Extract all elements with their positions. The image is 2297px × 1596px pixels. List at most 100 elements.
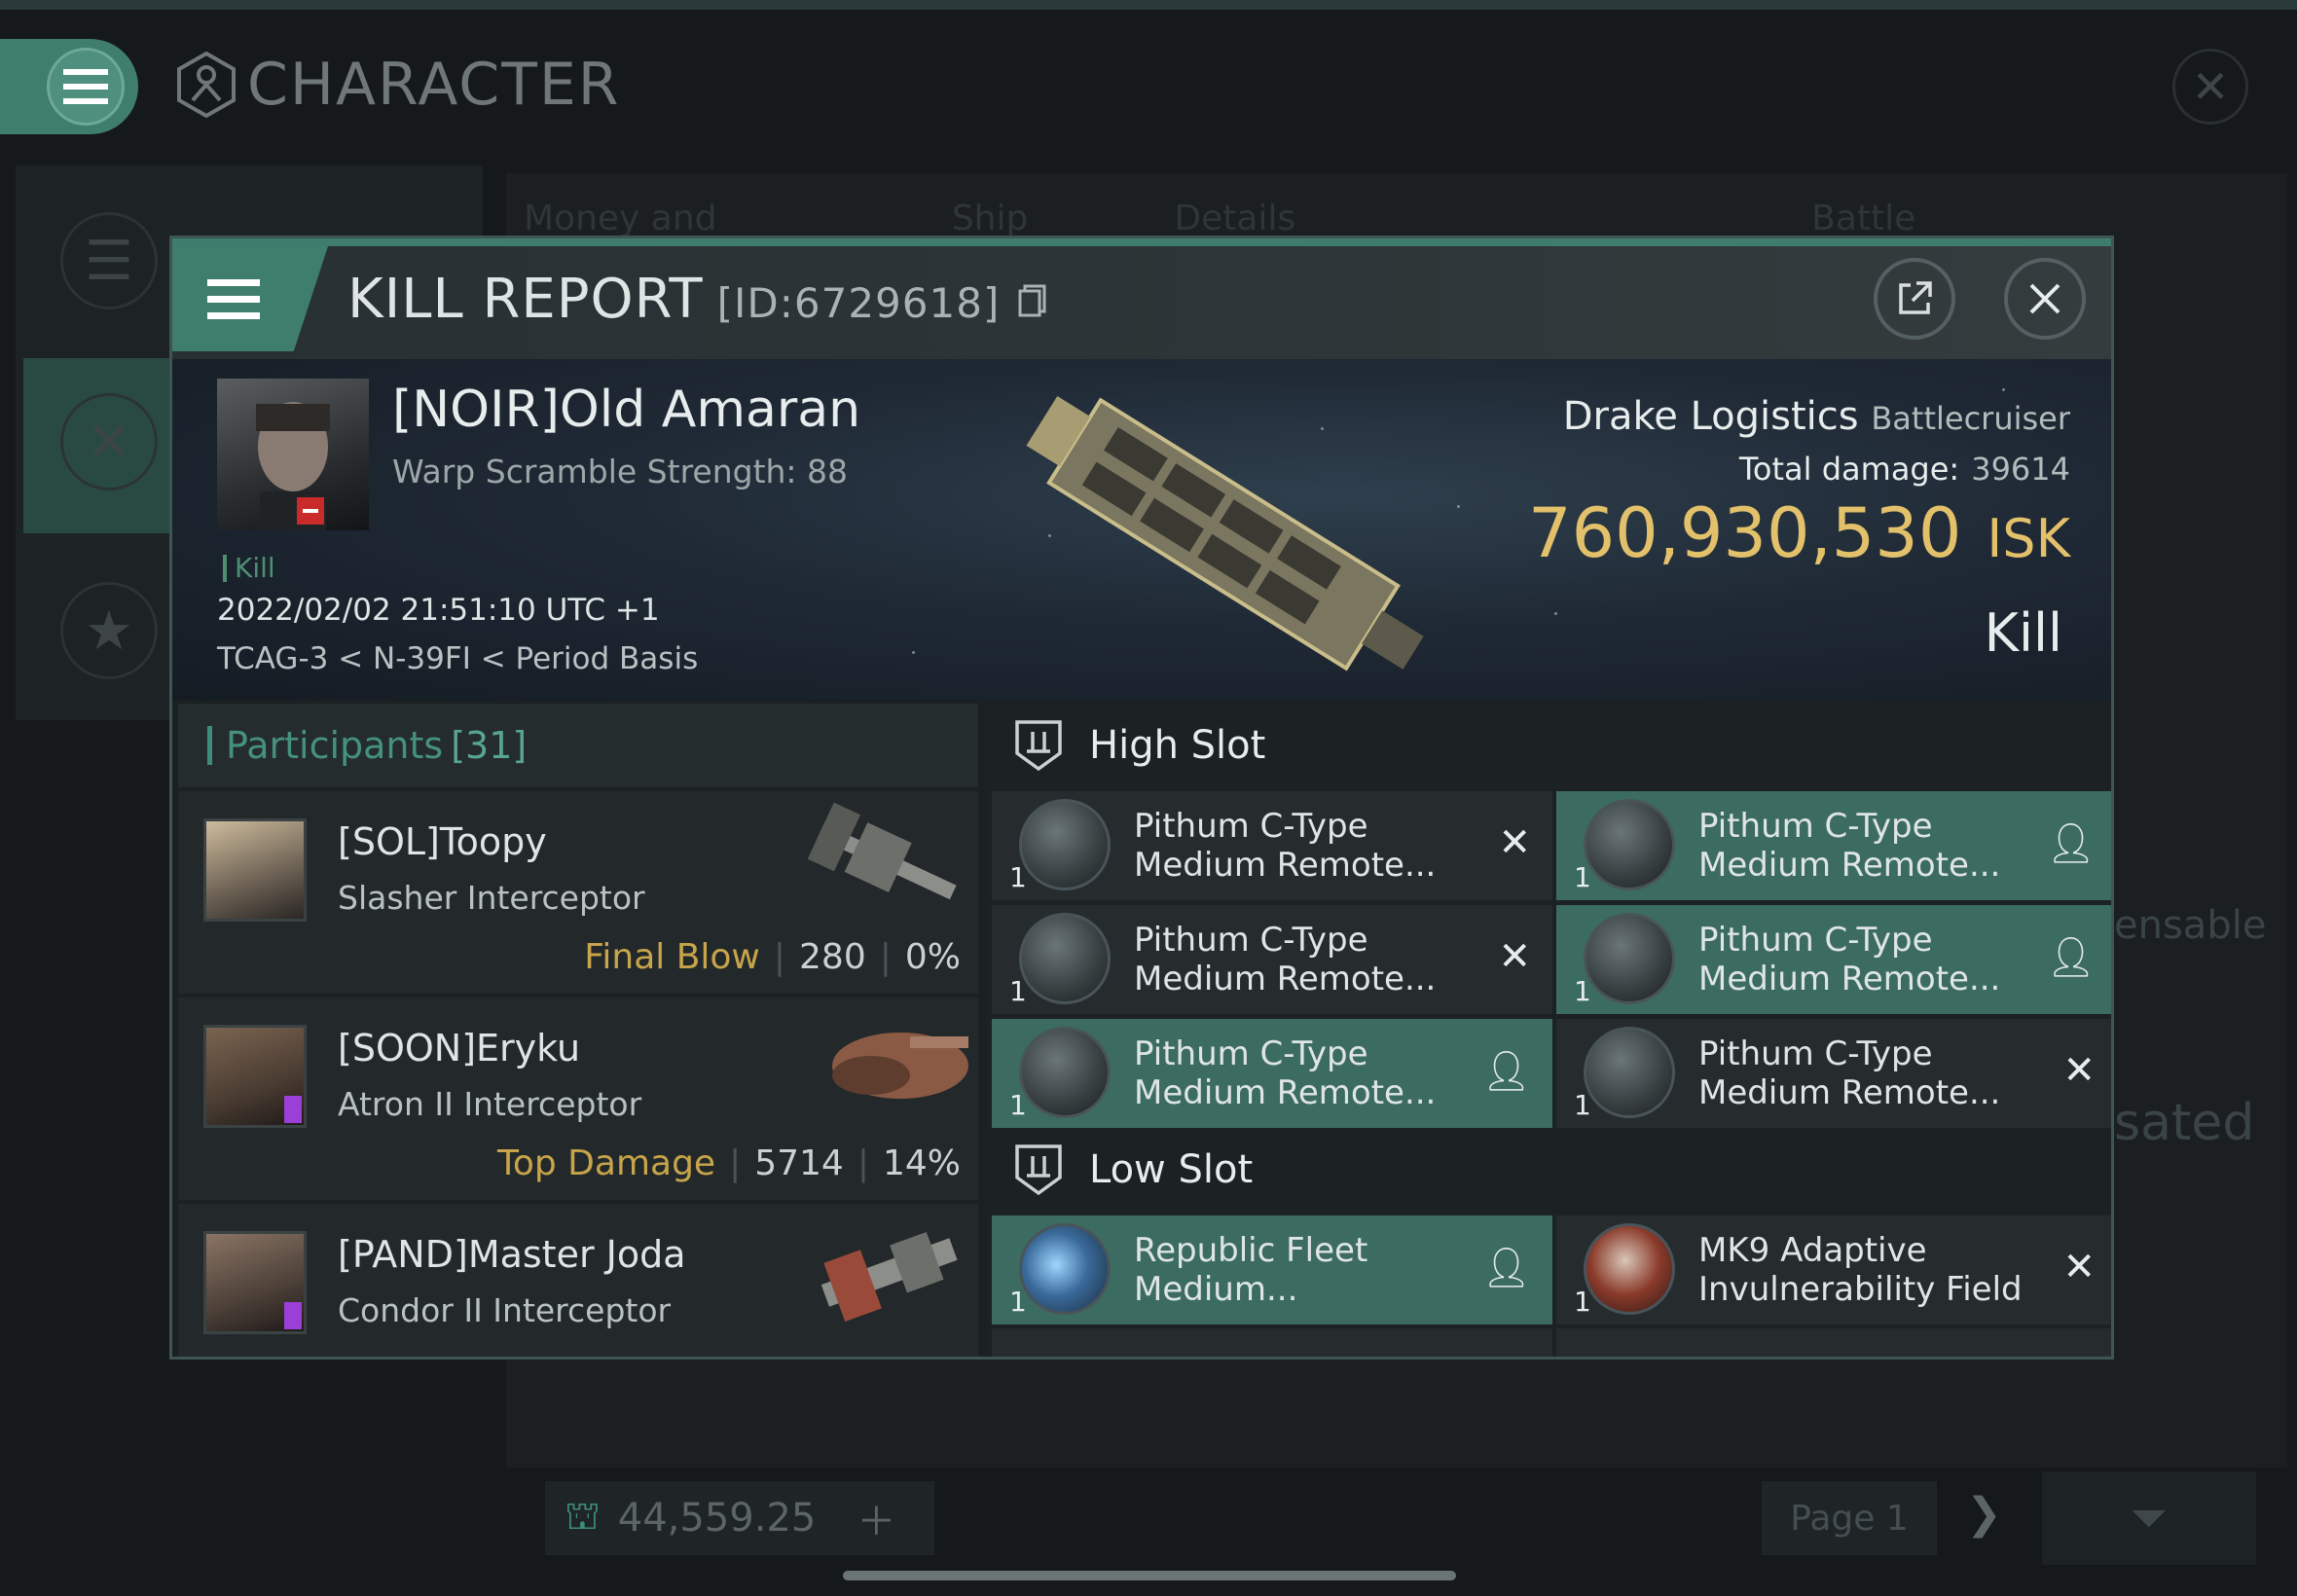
participant-damage: 280 — [799, 937, 866, 977]
participant-damage: 5714 — [754, 1143, 844, 1183]
window-title-text: CHARACTER — [247, 51, 621, 119]
participant-name: [PAND]Master Joda — [338, 1233, 686, 1276]
module-slot[interactable]: 1 Pithum C-Type Medium Remote... ✕ — [1556, 1019, 2111, 1128]
victim-hero: [NOIR]Old Amaran Warp Scramble Strength:… — [172, 359, 2111, 700]
remote-armor-icon — [1019, 1027, 1111, 1118]
kill-tag-label: Kill — [235, 552, 275, 584]
external-link-icon — [1899, 281, 1932, 314]
copy-icon[interactable] — [1018, 284, 1047, 317]
module-slot[interactable]: 1 Pithum C-Type Medium Remote... 👤︎ — [1556, 791, 2111, 900]
wallet-display: ⛫ 44,559.25 ＋ — [545, 1481, 934, 1555]
module-quantity: 1 — [1009, 861, 1027, 893]
participant-row[interactable]: [SOL]Toopy Slasher Interceptor Final Blo… — [178, 791, 978, 994]
participant-avatar — [203, 818, 307, 922]
module-slot[interactable]: 1 Pithum C-Type Medium Remote... ✕ — [992, 905, 1552, 1014]
destroyed-icon: ✕ — [2062, 1048, 2096, 1093]
destroyed-icon: ✕ — [2062, 1245, 2096, 1289]
participant-percent: 0% — [904, 937, 961, 977]
remote-armor-icon — [1584, 913, 1675, 1004]
victim-ship-image — [1026, 395, 1424, 671]
module-quantity: 1 — [1009, 975, 1027, 1007]
ship-class: Battlecruiser — [1871, 400, 2070, 437]
participant-name: [SOON]Eryku — [338, 1027, 581, 1070]
high-slot-label: High Slot — [1089, 723, 1266, 768]
fitting-panel: High Slot 1 Pithum C-Type Medium Remote.… — [986, 704, 2111, 1357]
participant-ship-image — [807, 802, 957, 900]
share-button[interactable] — [1874, 258, 1955, 340]
participant-row[interactable]: [PAND]Master Joda Condor II Interceptor — [178, 1204, 978, 1357]
victim-avatar[interactable] — [217, 379, 369, 530]
participant-avatar — [203, 1231, 307, 1334]
tower-icon: ⛫ — [565, 1493, 601, 1539]
participant-avatar — [203, 1025, 307, 1128]
participant-stats: Top Damage | 5714 | 14% — [496, 1143, 961, 1183]
participant-ship: Condor II Interceptor — [338, 1291, 672, 1329]
participant-role: Final Blow — [584, 937, 760, 977]
horizontal-scrollbar[interactable] — [843, 1571, 1456, 1580]
add-button[interactable]: ＋ — [857, 1490, 895, 1546]
total-damage-value: 39614 — [1971, 451, 2070, 488]
participant-percent: 14% — [882, 1143, 961, 1183]
high-slot-icon — [1015, 720, 1062, 772]
filter-button[interactable]: ⏷ — [2042, 1471, 2256, 1565]
participant-ship: Slasher Interceptor — [338, 879, 645, 917]
remote-armor-icon — [1584, 799, 1675, 890]
low-slot-header: Low Slot — [986, 1128, 2111, 1212]
module-name: Pithum C-Type Medium Remote... — [1698, 807, 2001, 885]
module-quantity: 1 — [1574, 975, 1591, 1007]
main-menu-button[interactable] — [0, 39, 138, 134]
dialog-header-accent — [172, 238, 2111, 246]
module-slot-partial[interactable] — [992, 1328, 1552, 1357]
module-slot[interactable]: 1 Pithum C-Type Medium Remote... ✕ — [992, 791, 1552, 900]
window-close-button[interactable]: ✕ — [2172, 49, 2248, 125]
kill-id: [ID:6729618] — [716, 279, 1001, 327]
participant-name: [SOL]Toopy — [338, 820, 547, 863]
module-name: Pithum C-Type Medium Remote... — [1134, 921, 1437, 998]
wallet-value: 44,559.25 — [617, 1496, 817, 1541]
dialog-close-button[interactable] — [2004, 258, 2086, 340]
chevron-right-icon: ❯ — [1966, 1489, 2002, 1539]
module-slot[interactable]: 1 Republic Fleet Medium... 👤︎ — [992, 1215, 1552, 1324]
kill-result: Kill — [1984, 602, 2062, 664]
victim-name[interactable]: [NOIR]Old Amaran — [392, 381, 860, 439]
participants-header[interactable]: Participants [31] — [178, 704, 978, 787]
background-fragment-1: ensable — [2114, 903, 2267, 948]
filter-icon: ⏷ — [2130, 1490, 2169, 1545]
top-border — [0, 0, 2297, 10]
participant-stats: Final Blow | 280 | 0% — [584, 937, 961, 977]
module-slot[interactable]: 1 Pithum C-Type Medium Remote... 👤︎ — [1556, 905, 2111, 1014]
shield-hardener-icon — [1584, 1223, 1675, 1315]
module-name: Pithum C-Type Medium Remote... — [1134, 807, 1437, 885]
character-icon — [177, 52, 236, 118]
module-quantity: 1 — [1009, 1286, 1027, 1318]
low-slot-label: Low Slot — [1089, 1147, 1254, 1192]
destroyed-icon: ✕ — [1498, 934, 1531, 979]
module-name: Republic Fleet Medium... — [1134, 1231, 1368, 1309]
hamburger-icon — [207, 279, 260, 319]
window-title: CHARACTER — [175, 51, 620, 119]
high-slot-header: High Slot — [986, 704, 2111, 787]
hamburger-icon — [47, 48, 125, 126]
module-quantity: 1 — [1574, 1286, 1591, 1318]
remote-armor-icon — [1019, 799, 1111, 890]
side-list-button[interactable]: ☰ — [60, 212, 158, 309]
remote-armor-icon — [1584, 1027, 1675, 1118]
dialog-title-text: KILL REPORT — [347, 268, 704, 331]
module-name: Pithum C-Type Medium Remote... — [1698, 1034, 2001, 1112]
dropped-icon: 👤︎ — [1481, 1246, 1531, 1290]
next-page-button[interactable]: ❯ — [1966, 1489, 2002, 1539]
side-favorites-button[interactable]: ★ — [60, 582, 158, 679]
corp-badge — [284, 1302, 302, 1329]
side-combat-button[interactable]: ✕ — [60, 393, 158, 490]
kill-location[interactable]: TCAG-3 < N-39FI < Period Basis — [217, 641, 698, 676]
module-quantity: 1 — [1009, 1089, 1027, 1121]
participants-panel: Participants [31] [SOL]Toopy Slasher Int… — [178, 704, 978, 1357]
module-slot[interactable]: 1 MK9 Adaptive Invulnerability Field ✕ — [1556, 1215, 2111, 1324]
destroyed-icon: ✕ — [1498, 820, 1531, 865]
participant-row[interactable]: [SOON]Eryku Atron II Interceptor Top Dam… — [178, 998, 978, 1200]
module-slot-partial[interactable] — [1556, 1328, 2111, 1357]
dropped-icon: 👤︎ — [1481, 1049, 1531, 1094]
module-slot[interactable]: 1 Pithum C-Type Medium Remote... 👤︎ — [992, 1019, 1552, 1128]
module-quantity: 1 — [1574, 1089, 1591, 1121]
isk-amount: 760,930,530 — [1528, 493, 1962, 573]
